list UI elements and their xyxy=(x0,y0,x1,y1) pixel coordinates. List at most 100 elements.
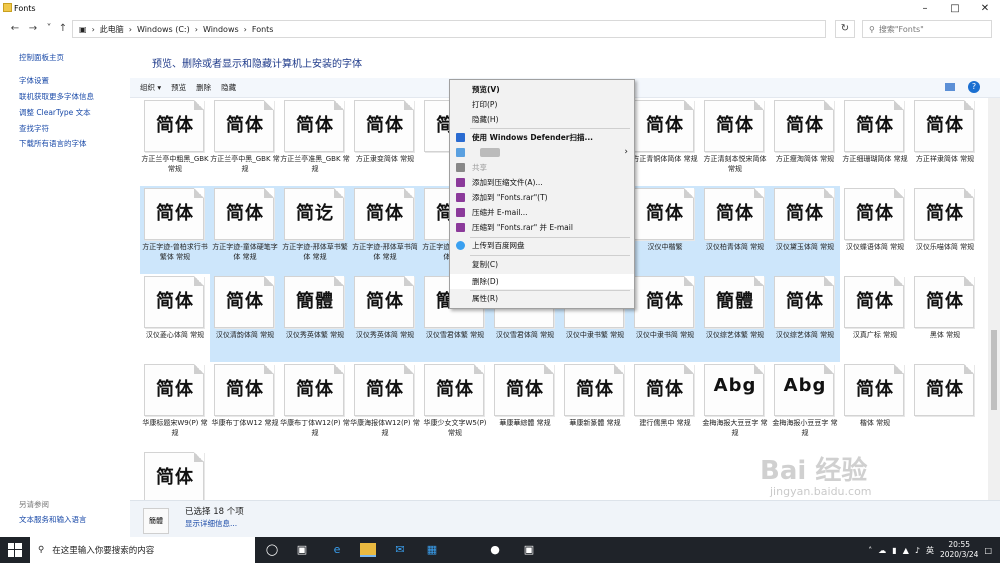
font-tile[interactable]: 简体 方正瘦淘简体 常规 xyxy=(770,98,840,186)
show-details-link[interactable]: 显示详细信息... xyxy=(185,518,237,529)
mail-icon[interactable]: ✉ xyxy=(393,543,407,557)
search-box[interactable]: ⚲ 搜索"Fonts" xyxy=(862,20,992,38)
font-tile[interactable]: 简体 华康海报体W12(P) 常规 xyxy=(350,362,420,450)
menu-item-submenu[interactable]: › xyxy=(450,145,634,160)
menu-item-baidu-upload[interactable]: 上传到百度网盘 xyxy=(450,238,634,253)
font-tile[interactable]: 简体 方正兰亭中黑_GBK 常规 xyxy=(210,98,280,186)
file-explorer-icon[interactable] xyxy=(360,543,376,557)
breadcrumb-item[interactable]: Windows (C:) xyxy=(137,25,190,34)
font-tile[interactable]: 简体 汉仪中隶书简 常规 xyxy=(630,274,700,362)
font-tile[interactable]: 简体 方正隶变简体 常规 xyxy=(350,98,420,186)
notification-icon[interactable]: □ xyxy=(984,546,992,555)
minimize-button[interactable]: – xyxy=(910,0,940,16)
up-button[interactable]: ↑ xyxy=(56,22,70,36)
font-tile[interactable]: 简体 华康布丁体W12(P) 常规 xyxy=(280,362,350,450)
store-icon[interactable]: ▦ xyxy=(425,543,439,557)
menu-item-share[interactable]: 共享 xyxy=(450,160,634,175)
address-bar[interactable]: ▣ › 此电脑 › Windows (C:) › Windows › Fonts xyxy=(72,20,826,38)
sidebar-link-cleartype[interactable]: 调整 ClearType 文本 xyxy=(19,107,91,118)
view-options-icon[interactable] xyxy=(945,83,955,91)
preview-button[interactable]: 预览 xyxy=(171,82,186,93)
font-tile[interactable]: 简体 方正兰亭准黑_GBK 常规 xyxy=(280,98,350,186)
breadcrumb-item[interactable]: Fonts xyxy=(252,25,274,34)
vertical-scrollbar[interactable] xyxy=(988,98,1000,500)
menu-item-properties[interactable]: 属性(R) xyxy=(450,291,634,306)
font-tile[interactable]: 簡體 汉仪综艺体繁 常规 xyxy=(700,274,770,362)
font-tile[interactable]: 简体 汉仪综艺体简 常规 xyxy=(770,274,840,362)
font-tile[interactable]: 简体 華康華綜體 常规 xyxy=(490,362,560,450)
menu-item-add-fonts-rar[interactable]: 添加到 "Fonts.rar"(T) xyxy=(450,190,634,205)
font-tile[interactable]: 简体 方正字迹-邢体草书简体 常规 xyxy=(350,186,420,274)
font-tile[interactable]: 简体 方正字迹-曾柏求行书繁体 常规 xyxy=(140,186,210,274)
sidebar-link-control-panel[interactable]: 控制面板主页 xyxy=(19,52,64,63)
font-tile[interactable]: 简体 汉真广标 常规 xyxy=(840,274,910,362)
edge-icon[interactable]: e xyxy=(330,543,344,557)
clock[interactable]: 20:55 2020/3/24 xyxy=(940,540,978,560)
font-tile[interactable]: 简体 方正细珊瑚简体 常规 xyxy=(840,98,910,186)
font-tile[interactable]: 简体 汉仪蝶语体简 常规 xyxy=(840,186,910,274)
font-tile[interactable]: 简体 华康布丁体W12 常规 xyxy=(210,362,280,450)
network-icon[interactable]: ▲ xyxy=(903,546,909,555)
forward-button[interactable]: → xyxy=(26,22,40,36)
font-tile[interactable]: 简体 華康新篆體 常规 xyxy=(560,362,630,450)
font-tile[interactable]: 简体 方正字迹-童体硬笔字体 常规 xyxy=(210,186,280,274)
font-tile[interactable]: 簡體 汉仪秀英体繁 常规 xyxy=(280,274,350,362)
font-tile[interactable]: 简体迷你简萝卜 常规 xyxy=(140,450,210,500)
cloud-tray-icon[interactable]: ☁ xyxy=(878,546,886,555)
font-tile[interactable]: 简体 汉仪柏青体简 常规 xyxy=(700,186,770,274)
sidebar-link-font-settings[interactable]: 字体设置 xyxy=(19,75,49,86)
recent-dropdown-icon[interactable]: ˅ xyxy=(42,22,56,36)
cortana-icon[interactable]: ◯ xyxy=(265,543,279,557)
menu-item-defender-scan[interactable]: 使用 Windows Defender扫描... xyxy=(450,130,634,145)
font-tile[interactable]: 简体 华康标题宋W9(P) 常规 xyxy=(140,362,210,450)
organize-button[interactable]: 组织 ▾ xyxy=(140,82,161,93)
help-icon[interactable]: ? xyxy=(968,81,980,93)
battery-icon[interactable]: ▮ xyxy=(892,546,896,555)
windows-start-icon[interactable] xyxy=(8,543,22,557)
sidebar-link-online-fonts[interactable]: 联机获取更多字体信息 xyxy=(19,91,94,102)
font-tile[interactable]: 简体 楷体 常规 xyxy=(840,362,910,450)
maximize-button[interactable]: □ xyxy=(940,0,970,16)
ime-indicator[interactable]: 英 xyxy=(926,545,934,556)
font-tile[interactable]: 简体 xyxy=(910,362,980,450)
font-tile[interactable]: 简体 方正青铜体简体 常规 xyxy=(630,98,700,186)
breadcrumb-item[interactable]: Windows xyxy=(203,25,239,34)
font-tile[interactable]: 简体 汉仪中楷繁 xyxy=(630,186,700,274)
font-tile[interactable]: 简体 汉仪秀英体简 常规 xyxy=(350,274,420,362)
font-tile[interactable]: 简体 黑体 常规 xyxy=(910,274,980,362)
refresh-button[interactable]: ↻ xyxy=(835,20,855,38)
font-tile[interactable]: 简体 汉仪菱心体简 常规 xyxy=(140,274,210,362)
font-tile[interactable]: 简讫 方正字迹-邢体草书繁体 常规 xyxy=(280,186,350,274)
font-tile[interactable]: 简体 汉仪黛玉体简 常规 xyxy=(770,186,840,274)
hide-button[interactable]: 隐藏 xyxy=(221,82,236,93)
menu-item-hide[interactable]: 隐藏(H) xyxy=(450,112,634,127)
menu-item-compress-fonts-email[interactable]: 压缩到 "Fonts.rar" 并 E-mail xyxy=(450,220,634,235)
back-button[interactable]: ← xyxy=(8,22,22,36)
task-view-icon[interactable]: ▣ xyxy=(295,543,309,557)
taskbar-search-box[interactable]: ⚲ 在这里输入你要搜索的内容 xyxy=(30,537,255,563)
scrollbar-thumb[interactable] xyxy=(991,330,997,410)
sidebar-link-find-char[interactable]: 查找字符 xyxy=(19,123,49,134)
tray-arrow-icon[interactable]: ˄ xyxy=(868,546,872,555)
sidebar-link-text-services[interactable]: 文本服务和输入语言 xyxy=(19,514,87,525)
photos-icon[interactable]: ▣ xyxy=(522,543,536,557)
close-button[interactable]: ✕ xyxy=(970,0,1000,16)
font-tile[interactable]: 简体 方正祥隶简体 常规 xyxy=(910,98,980,186)
menu-item-delete[interactable]: 删除(D) xyxy=(450,274,634,289)
menu-item-copy[interactable]: 复制(C) xyxy=(450,257,634,272)
delete-button[interactable]: 删除 xyxy=(196,82,211,93)
font-tile[interactable]: 简体 方正清刻本悦宋简体 常规 xyxy=(700,98,770,186)
menu-item-preview[interactable]: 预览(V) xyxy=(450,82,634,97)
qq-icon[interactable]: ● xyxy=(488,543,502,557)
font-tile[interactable]: 简体 方正兰亭中粗黑_GBK 常规 xyxy=(140,98,210,186)
menu-item-add-archive[interactable]: 添加到压缩文件(A)... xyxy=(450,175,634,190)
font-tile[interactable]: 简体 建行儒黑中 常规 xyxy=(630,362,700,450)
font-tile[interactable]: 简体 汉仪清韵体简 常规 xyxy=(210,274,280,362)
font-tile[interactable]: 简体 汉仪乐喵体简 常规 xyxy=(910,186,980,274)
breadcrumb-item[interactable]: 此电脑 xyxy=(100,24,124,35)
font-tile[interactable]: Abg 金梅海报小豆豆字 常规 xyxy=(770,362,840,450)
font-tile[interactable]: 简体 华康少女文字W5(P) 常规 xyxy=(420,362,490,450)
sidebar-link-download-fonts[interactable]: 下载所有语言的字体 xyxy=(19,138,87,149)
volume-icon[interactable]: ♪ xyxy=(915,546,920,555)
font-tile[interactable]: Abg 金梅海报大豆豆字 常规 xyxy=(700,362,770,450)
